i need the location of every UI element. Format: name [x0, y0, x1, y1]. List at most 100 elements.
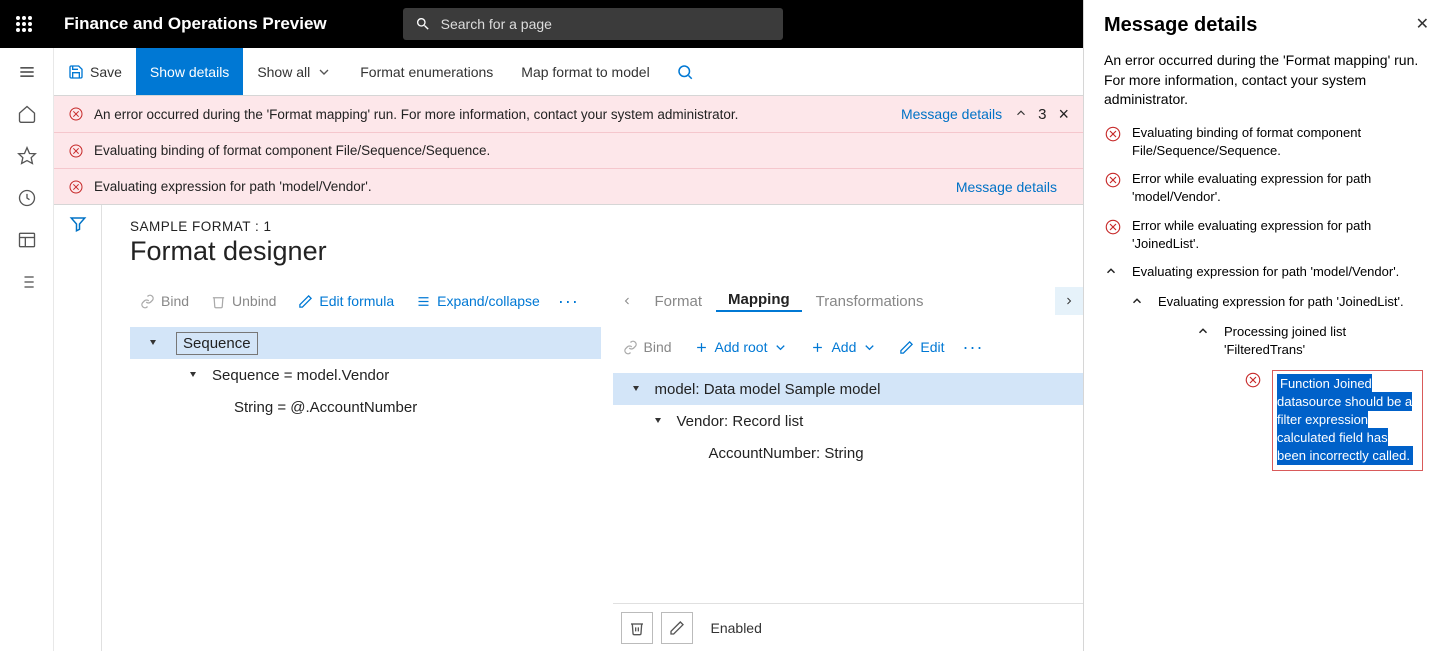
link-icon	[623, 340, 638, 355]
chevron-up-icon	[1104, 264, 1118, 278]
tree-node[interactable]: String = @.AccountNumber	[130, 391, 601, 423]
link-icon	[140, 294, 155, 309]
error-icon	[68, 179, 84, 195]
expand-icon	[653, 416, 663, 426]
edit-button[interactable]	[661, 612, 693, 644]
format-enumerations-button[interactable]: Format enumerations	[346, 48, 507, 95]
bind-button: Bind	[130, 293, 199, 309]
workspaces-icon[interactable]	[17, 230, 37, 250]
banner-text: An error occurred during the 'Format map…	[94, 107, 901, 122]
error-icon	[1104, 125, 1122, 143]
pencil-icon	[669, 620, 685, 636]
chevron-down-icon	[862, 340, 877, 355]
collapse-button[interactable]	[1014, 106, 1028, 123]
delete-button[interactable]	[621, 612, 653, 644]
tab-scroll-right[interactable]	[1055, 287, 1083, 315]
trash-icon	[211, 294, 226, 309]
error-banner: Evaluating expression for path 'model/Ve…	[54, 168, 1083, 204]
pane-title: Message details	[1104, 14, 1423, 37]
edit-button[interactable]: Edit	[889, 339, 954, 355]
format-tree: Sequence Sequence = model.Vendor String …	[130, 327, 601, 423]
bind-button: Bind	[613, 339, 682, 355]
tree-node[interactable]: Vendor: Record list	[613, 405, 1084, 437]
page-title: Format designer	[130, 236, 1083, 267]
error-banner: An error occurred during the 'Format map…	[54, 96, 1083, 132]
nav-rail	[0, 48, 54, 651]
expand-icon	[188, 370, 198, 380]
save-icon	[68, 64, 84, 80]
list-icon	[416, 294, 431, 309]
enabled-label: Enabled	[711, 620, 762, 636]
banner-text: Evaluating expression for path 'model/Ve…	[94, 179, 956, 194]
banner-count: 3	[1038, 106, 1046, 123]
tab-scroll-left[interactable]	[613, 287, 641, 315]
message-item[interactable]: Evaluating expression for path 'JoinedLi…	[1112, 293, 1423, 313]
message-details-pane: ✕ Message details An error occurred duri…	[1083, 0, 1443, 651]
search-icon	[676, 63, 694, 81]
more-actions[interactable]: ···	[957, 337, 990, 358]
plus-icon	[694, 340, 709, 355]
chevron-down-icon	[316, 64, 332, 80]
message-item: Evaluating binding of format component F…	[1104, 124, 1423, 160]
expand-icon	[631, 384, 641, 394]
recent-icon[interactable]	[17, 188, 37, 208]
tree-node[interactable]: model: Data model Sample model	[613, 373, 1084, 405]
expand-collapse-button[interactable]: Expand/collapse	[406, 293, 550, 309]
chevron-left-icon	[621, 295, 633, 307]
message-item: Error while evaluating expression for pa…	[1104, 217, 1423, 253]
expand-icon	[148, 338, 158, 348]
plus-icon	[810, 340, 825, 355]
add-button[interactable]: Add	[800, 339, 887, 355]
message-details-link[interactable]: Message details	[956, 179, 1057, 195]
tab-mapping[interactable]: Mapping	[716, 291, 802, 312]
mapping-tree: model: Data model Sample model Vendor: R…	[613, 373, 1084, 469]
chevron-right-icon	[1063, 295, 1075, 307]
search-placeholder: Search for a page	[441, 16, 552, 32]
app-launcher[interactable]	[0, 0, 48, 48]
unbind-button: Unbind	[201, 293, 286, 309]
error-banner: Evaluating binding of format component F…	[54, 132, 1083, 168]
tab-transformations[interactable]: Transformations	[804, 293, 936, 310]
message-details-link[interactable]: Message details	[901, 106, 1002, 122]
app-title: Finance and Operations Preview	[48, 14, 343, 34]
chevron-up-icon	[1014, 106, 1028, 120]
error-icon	[1104, 171, 1122, 189]
main-content: An error occurred during the 'Format map…	[54, 96, 1083, 651]
banner-close[interactable]: ×	[1058, 104, 1069, 125]
filter-column	[54, 205, 102, 651]
tab-format[interactable]: Format	[643, 293, 715, 310]
modules-icon[interactable]	[17, 272, 37, 292]
close-button[interactable]: ✕	[1416, 14, 1429, 34]
star-icon[interactable]	[17, 146, 37, 166]
filter-icon[interactable]	[69, 215, 87, 233]
message-item[interactable]: Evaluating expression for path 'model/Ve…	[1104, 263, 1423, 283]
pencil-icon	[899, 340, 914, 355]
message-item: Error while evaluating expression for pa…	[1104, 170, 1423, 206]
edit-formula-button[interactable]: Edit formula	[288, 293, 404, 309]
hamburger-icon[interactable]	[17, 62, 37, 82]
more-actions[interactable]: ···	[552, 291, 585, 312]
error-icon	[1104, 218, 1122, 236]
pencil-icon	[298, 294, 313, 309]
chevron-up-icon	[1130, 294, 1144, 308]
message-item: Function Joined datasource should be a f…	[1164, 370, 1423, 471]
tree-node[interactable]: Sequence = model.Vendor	[130, 359, 601, 391]
map-format-button[interactable]: Map format to model	[507, 48, 663, 95]
tree-node[interactable]: AccountNumber: String	[613, 437, 1084, 469]
error-icon	[68, 143, 84, 159]
show-details-button[interactable]: Show details	[136, 48, 243, 95]
chevron-down-icon	[773, 340, 788, 355]
message-item[interactable]: Processing joined list 'FilteredTrans'	[1138, 323, 1423, 359]
search-input[interactable]: Search for a page	[403, 8, 783, 40]
waffle-icon	[16, 16, 32, 32]
home-icon[interactable]	[17, 104, 37, 124]
find-button[interactable]	[664, 48, 706, 95]
search-icon	[415, 16, 431, 32]
bottom-toolbar: Enabled	[613, 603, 1084, 651]
save-button[interactable]: Save	[54, 48, 136, 95]
banner-text: Evaluating binding of format component F…	[94, 143, 1069, 158]
tree-node[interactable]: Sequence	[130, 327, 601, 359]
chevron-up-icon	[1196, 324, 1210, 338]
add-root-button[interactable]: Add root	[684, 339, 799, 355]
show-all-button[interactable]: Show all	[243, 48, 346, 95]
